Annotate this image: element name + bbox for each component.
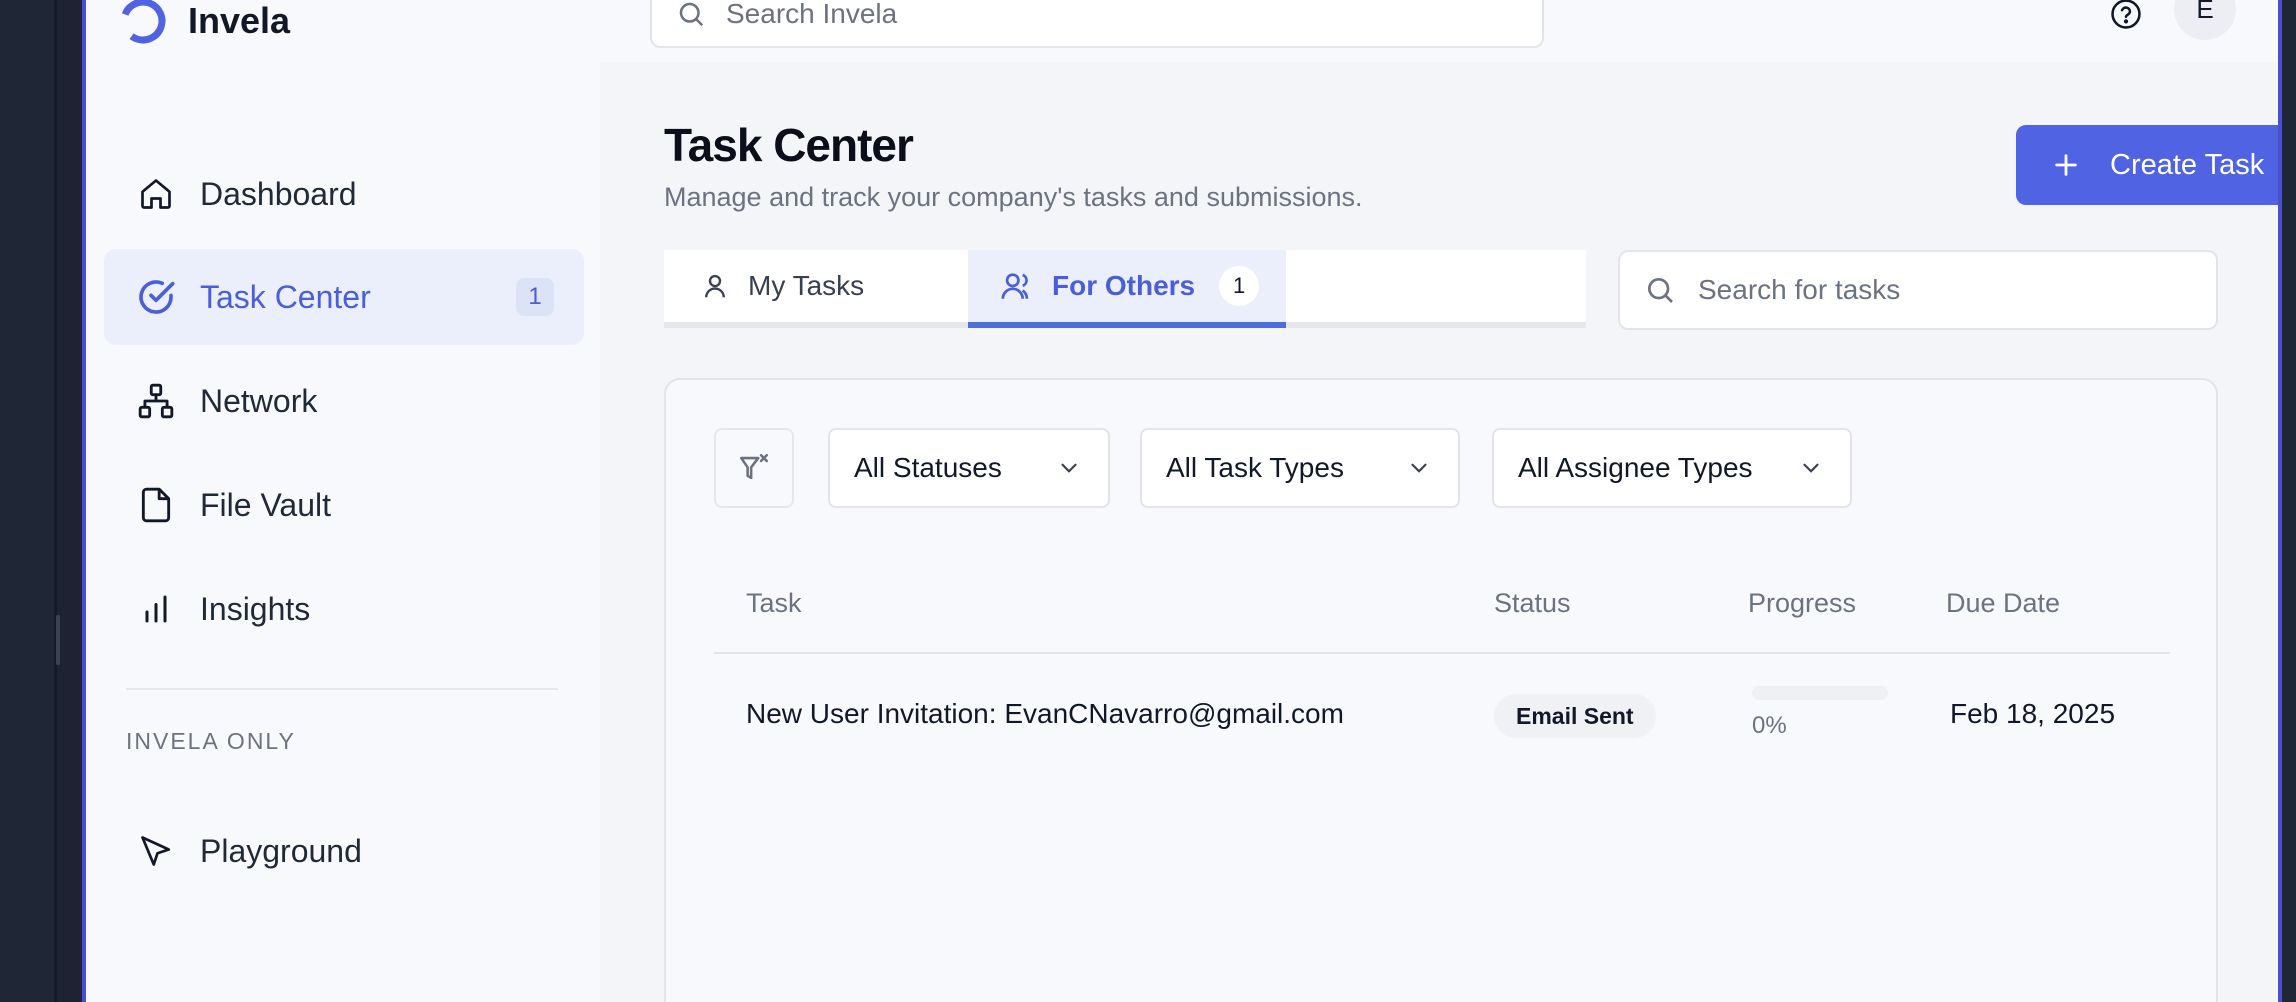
cursor-pointer-icon xyxy=(136,831,176,871)
task-type-filter-value: All Task Types xyxy=(1166,452,1344,483)
sidebar-item-playground[interactable]: Playground xyxy=(104,803,584,899)
right-window-edge xyxy=(2282,0,2296,1002)
status-filter-value: All Statuses xyxy=(854,452,1002,483)
progress-percent: 0% xyxy=(1752,712,1787,739)
sidebar-item-file-vault[interactable]: File Vault xyxy=(104,457,584,553)
task-search[interactable] xyxy=(1618,250,2218,330)
sidebar-item-dashboard[interactable]: Dashboard xyxy=(104,146,584,242)
table-row[interactable]: New User Invitation: EvanCNavarro@gmail.… xyxy=(714,654,2170,778)
page-subtitle: Manage and track your company's tasks an… xyxy=(664,182,1363,212)
page-title: Task Center xyxy=(664,119,914,171)
sidebar-item-label: Insights xyxy=(200,590,311,627)
tab-label: My Tasks xyxy=(748,270,865,301)
app-window: Invela Dashboard Task Center 1 Network F… xyxy=(82,0,2282,1002)
sidebar-item-task-center[interactable]: Task Center 1 xyxy=(104,249,584,345)
global-search-input[interactable] xyxy=(726,0,1506,30)
sidebar-item-label: Network xyxy=(200,382,318,419)
tasks-card: All Statuses All Task Types All Assignee… xyxy=(664,378,2218,1002)
create-task-button[interactable]: Create Task xyxy=(2016,125,2278,205)
tab-my-tasks[interactable]: My Tasks xyxy=(664,250,968,322)
column-header-due-date[interactable]: Due Date xyxy=(1946,588,2060,619)
logo-icon xyxy=(120,0,166,44)
task-count-badge: 1 xyxy=(516,278,554,316)
chevron-down-icon xyxy=(1411,463,1427,473)
help-circle-icon[interactable] xyxy=(2104,0,2148,36)
sidebar-item-label: Dashboard xyxy=(200,175,357,212)
tab-for-others[interactable]: For Others 1 xyxy=(968,250,1286,328)
task-search-input[interactable] xyxy=(1698,274,2198,306)
file-icon xyxy=(136,485,176,525)
sidebar: Invela Dashboard Task Center 1 Network F… xyxy=(86,0,600,1002)
search-icon xyxy=(1648,278,1673,303)
main-content: E Task Center Manage and track your comp… xyxy=(600,0,2278,1002)
left-window-edge xyxy=(0,0,60,1002)
task-type-filter-select[interactable]: All Task Types xyxy=(1140,428,1460,508)
filter-x-icon xyxy=(739,453,769,480)
status-badge: Email Sent xyxy=(1494,694,1656,738)
task-name: New User Invitation: EvanCNavarro@gmail.… xyxy=(746,698,1344,729)
sidebar-item-label: Task Center xyxy=(200,278,371,315)
sidebar-item-insights[interactable]: Insights xyxy=(104,561,584,657)
clear-filters-button[interactable] xyxy=(714,428,794,508)
sidebar-item-network[interactable]: Network xyxy=(104,353,584,449)
assignee-type-filter-value: All Assignee Types xyxy=(1518,452,1753,483)
home-icon xyxy=(136,174,176,214)
users-icon xyxy=(1001,273,1029,299)
tab-count-badge: 1 xyxy=(1219,266,1260,306)
top-bar: E xyxy=(600,0,2278,62)
sidebar-section-label: INVELA ONLY xyxy=(126,728,296,754)
network-icon xyxy=(136,381,176,421)
tab-label: For Others xyxy=(1052,270,1196,301)
sidebar-item-label: Playground xyxy=(200,832,362,869)
chevron-down-icon xyxy=(1803,463,1819,473)
status-filter-select[interactable]: All Statuses xyxy=(828,428,1110,508)
sidebar-divider xyxy=(126,688,558,690)
column-header-progress[interactable]: Progress xyxy=(1748,588,1856,619)
assignee-type-filter-select[interactable]: All Assignee Types xyxy=(1492,428,1852,508)
search-icon xyxy=(679,2,704,27)
progress-bar xyxy=(1752,686,1888,700)
task-tabs: My Tasks For Others 1 xyxy=(664,250,1586,328)
create-task-label: Create Task xyxy=(2110,148,2265,181)
column-header-task[interactable]: Task xyxy=(746,588,802,619)
logo[interactable]: Invela xyxy=(118,0,290,46)
sidebar-item-label: File Vault xyxy=(200,486,332,523)
bar-chart-icon xyxy=(136,589,176,629)
chevron-down-icon xyxy=(1061,463,1077,473)
app-name: Invela xyxy=(188,0,291,41)
window-divider xyxy=(54,0,57,1002)
due-date: Feb 18, 2025 xyxy=(1950,698,2116,729)
user-icon xyxy=(705,274,725,298)
check-circle-icon xyxy=(136,277,176,317)
plus-icon xyxy=(2055,154,2077,176)
global-search[interactable] xyxy=(650,0,1544,48)
column-header-status[interactable]: Status xyxy=(1494,588,1571,619)
resize-handle[interactable] xyxy=(56,615,60,665)
